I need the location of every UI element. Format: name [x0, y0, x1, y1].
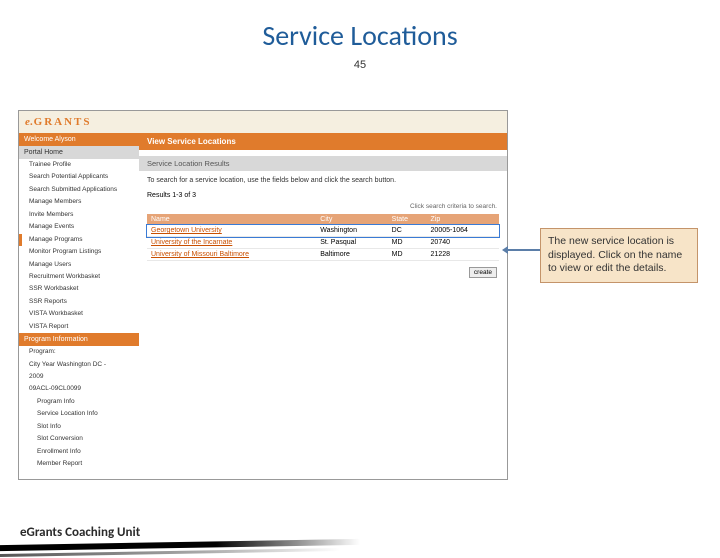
program-label: Program:: [19, 346, 139, 358]
nav-vista-report[interactable]: VISTA Report: [19, 321, 139, 333]
nav-manage-members[interactable]: Manage Members: [19, 196, 139, 208]
nav-manage-users[interactable]: Manage Users: [19, 259, 139, 271]
nav-manage-events[interactable]: Manage Events: [19, 221, 139, 233]
nav-invite-members[interactable]: Invite Members: [19, 209, 139, 221]
row-city: Baltimore: [316, 249, 387, 261]
create-button[interactable]: create: [469, 267, 497, 278]
footer-text: eGrants Coaching Unit: [20, 525, 140, 540]
nav-slot-info[interactable]: Slot Info: [19, 421, 139, 433]
slide-title: Service Locations: [0, 18, 720, 53]
table-row: Georgetown University Washington DC 2000…: [147, 225, 499, 237]
program-line-2: 09ACL-09CL0099: [19, 383, 139, 395]
col-zip[interactable]: Zip: [427, 214, 499, 225]
search-criteria-link[interactable]: Click search criteria to search.: [139, 201, 507, 212]
row-name-link[interactable]: University of the Incarnate: [151, 239, 232, 246]
results-count: Results 1-3 of 3: [139, 190, 507, 201]
footer-stripe-decoration-2: [0, 548, 340, 557]
sidebar: Welcome Alyson Portal Home Trainee Profi…: [19, 133, 139, 479]
row-zip: 21228: [427, 249, 499, 261]
row-state: DC: [388, 225, 427, 237]
nav-monitor-listings[interactable]: Monitor Program Listings: [19, 246, 139, 258]
callout-arrow-icon: [508, 249, 540, 251]
nav-ssr-reports[interactable]: SSR Reports: [19, 296, 139, 308]
nav-enrollment-info[interactable]: Enrollment Info: [19, 446, 139, 458]
nav-search-potential[interactable]: Search Potential Applicants: [19, 171, 139, 183]
row-city: St. Pasqual: [316, 237, 387, 249]
nav-member-report[interactable]: Member Report: [19, 458, 139, 470]
row-zip: 20005-1064: [427, 225, 499, 237]
footer-stripe-decoration: [0, 539, 360, 551]
results-table: Name City State Zip Georgetown Universit…: [147, 214, 499, 261]
nav-trainee-profile[interactable]: Trainee Profile: [19, 159, 139, 171]
brand-logo: e.GRANTS: [25, 116, 91, 128]
nav-service-location-info[interactable]: Service Location Info: [19, 408, 139, 420]
nav-slot-conversion[interactable]: Slot Conversion: [19, 433, 139, 445]
row-state: MD: [388, 249, 427, 261]
app-body: Welcome Alyson Portal Home Trainee Profi…: [19, 133, 507, 479]
app-window: e.GRANTS Welcome Alyson Portal Home Trai…: [18, 110, 508, 480]
nav-recruitment-workbasket[interactable]: Recruitment Workbasket: [19, 271, 139, 283]
nav-manage-programs[interactable]: Manage Programs: [19, 234, 139, 246]
col-name[interactable]: Name: [147, 214, 316, 225]
brand-e: e.: [25, 116, 34, 128]
table-header-row: Name City State Zip: [147, 214, 499, 225]
row-city: Washington: [316, 225, 387, 237]
program-info-bar: Program Information: [19, 333, 139, 346]
nav-ssr-workbasket[interactable]: SSR Workbasket: [19, 283, 139, 295]
nav-vista-workbasket[interactable]: VISTA Workbasket: [19, 308, 139, 320]
welcome-bar: Welcome Alyson: [19, 133, 139, 146]
portal-home-bar[interactable]: Portal Home: [19, 146, 139, 159]
nav-search-submitted[interactable]: Search Submitted Applications: [19, 184, 139, 196]
panel-title-bar: Service Location Results: [139, 156, 507, 171]
nav-program-info[interactable]: Program Info: [19, 396, 139, 408]
instructions-text: To search for a service location, use th…: [139, 171, 507, 190]
callout-box: The new service location is displayed. C…: [540, 228, 698, 283]
program-line-1: 2009: [19, 371, 139, 383]
table-row: University of the Incarnate St. Pasqual …: [147, 237, 499, 249]
program-line-0: City Year Washington DC -: [19, 359, 139, 371]
create-row: create: [139, 263, 507, 282]
brand-rest: GRANTS: [34, 116, 92, 128]
row-zip: 20740: [427, 237, 499, 249]
page-title-bar: View Service Locations: [139, 133, 507, 150]
slide-number: 45: [0, 59, 720, 71]
row-name-link[interactable]: University of Missouri Baltimore: [151, 251, 249, 258]
app-header: e.GRANTS: [19, 111, 507, 133]
row-name-link[interactable]: Georgetown University: [151, 227, 222, 234]
row-state: MD: [388, 237, 427, 249]
col-state[interactable]: State: [388, 214, 427, 225]
main-panel: View Service Locations Service Location …: [139, 133, 507, 479]
col-city[interactable]: City: [316, 214, 387, 225]
table-row: University of Missouri Baltimore Baltimo…: [147, 249, 499, 261]
